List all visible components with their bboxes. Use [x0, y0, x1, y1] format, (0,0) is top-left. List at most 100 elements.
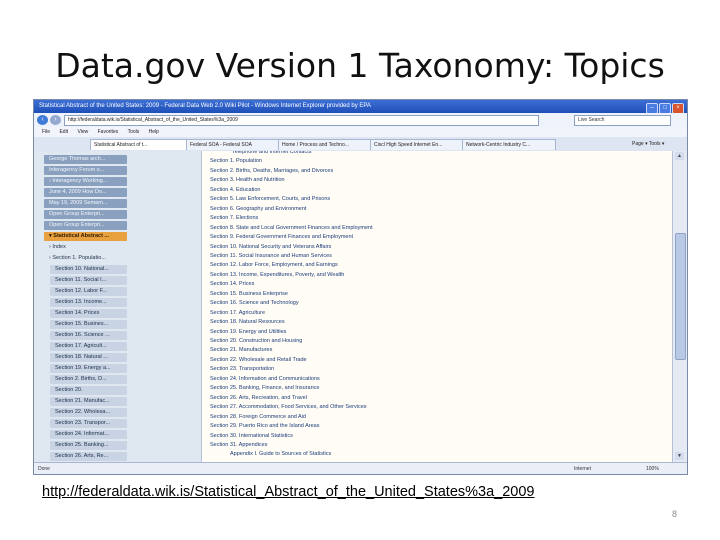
section-link[interactable]: Section 15. Business Enterprise [210, 290, 288, 299]
sidebar-item[interactable]: Interagency Forum o... [34, 165, 201, 176]
scroll-up-icon[interactable]: ▲ [675, 152, 684, 160]
forward-icon[interactable]: › [50, 115, 61, 125]
tab-home-process[interactable]: Home / Process and Techno... [278, 139, 372, 150]
sidebar-nav: George Thomas arch... Interagency Forum o… [34, 151, 202, 462]
section-link[interactable]: Section 14. Prices [210, 280, 254, 289]
maximize-icon[interactable]: □ [659, 103, 671, 113]
sidebar-item[interactable]: Section 19. Energy a... [34, 363, 201, 374]
section-link[interactable]: Section 12. Labor Force, Employment, and… [210, 261, 338, 270]
sidebar-item[interactable]: Section 10. National... [34, 264, 201, 275]
section-link[interactable]: Telephone and Internet Contacts [232, 151, 312, 157]
menu-file[interactable]: File [42, 127, 50, 137]
sidebar-item[interactable]: › Index [34, 242, 201, 253]
status-text: Done [38, 466, 50, 472]
section-link[interactable]: Section 27. Accommodation, Food Services… [210, 403, 367, 412]
sidebar-item-label: Section 14. Prices [50, 309, 127, 318]
sidebar-item-label: Section 10. National... [50, 265, 127, 274]
section-link[interactable]: Section 3. Health and Nutrition [210, 176, 285, 185]
sidebar-item-label: June 4, 2009 How Do... [44, 188, 127, 197]
section-link[interactable]: Section 18. Natural Resources [210, 318, 285, 327]
menu-view[interactable]: View [77, 127, 88, 137]
zoom-level[interactable]: 100% [646, 463, 659, 474]
sidebar-item-label: Section 2. Births, D... [50, 375, 127, 384]
sidebar-item[interactable]: Section 21. Manufac... [34, 396, 201, 407]
sidebar-item[interactable]: Section 13. Income... [34, 297, 201, 308]
sidebar-item[interactable]: Section 26. Arts, Re... [34, 451, 201, 462]
source-url-link[interactable]: http://federaldata.wik.is/Statistical_Ab… [42, 484, 535, 500]
sidebar-item[interactable]: June 4, 2009 How Do... [34, 187, 201, 198]
section-link[interactable]: Section 19. Energy and Utilities [210, 328, 286, 337]
sidebar-item-label: Section 24. Informat... [50, 430, 127, 439]
sidebar-item-label: Section 21. Manufac... [50, 397, 127, 406]
section-link[interactable]: Section 11. Social Insurance and Human S… [210, 252, 332, 261]
sidebar-item[interactable]: Section 16. Science ... [34, 330, 201, 341]
section-link[interactable]: Section 5. Law Enforcement, Courts, and … [210, 195, 330, 204]
vertical-scrollbar[interactable]: ▲ ▼ [672, 151, 687, 462]
sidebar-item[interactable]: › Section 1. Populatio... [34, 253, 201, 264]
section-link[interactable]: Section 2. Births, Deaths, Marriages, an… [210, 167, 333, 176]
minimize-icon[interactable]: – [646, 103, 658, 113]
section-link[interactable]: Section 17. Agriculture [210, 309, 265, 318]
menu-tools[interactable]: Tools [128, 127, 140, 137]
sidebar-item-label: Section 18. Natural ... [50, 353, 127, 362]
section-link[interactable]: Section 20. Construction and Housing [210, 337, 302, 346]
sidebar-item[interactable]: May 19, 2009 Semam... [34, 198, 201, 209]
section-link[interactable]: Section 1. Population [210, 157, 262, 166]
section-link[interactable]: Section 16. Science and Technology [210, 299, 299, 308]
sidebar-item[interactable]: Open Group Enterpri... [34, 209, 201, 220]
scroll-thumb[interactable] [675, 233, 686, 360]
back-icon[interactable]: ‹ [37, 115, 48, 125]
section-link[interactable]: Section 22. Wholesale and Retail Trade [210, 356, 307, 365]
sidebar-item[interactable]: ▾ Statistical Abstract ... [34, 231, 201, 242]
sidebar-item[interactable]: Section 22. Wholesa... [34, 407, 201, 418]
sidebar-item[interactable]: Section 25. Banking... [34, 440, 201, 451]
section-link[interactable]: Section 26. Arts, Recreation, and Travel [210, 394, 307, 403]
close-icon[interactable]: × [672, 103, 684, 113]
section-link[interactable]: Section 8. State and Local Government Fi… [210, 224, 373, 233]
menu-edit[interactable]: Edit [59, 127, 68, 137]
section-link[interactable]: Section 23. Transportation [210, 365, 274, 374]
section-link[interactable]: Section 25. Banking, Finance, and Insura… [210, 384, 319, 393]
address-bar: ‹ › http://federaldata.wik.is/Statistica… [34, 113, 687, 128]
scroll-down-icon[interactable]: ▼ [675, 452, 684, 460]
sidebar-item[interactable]: Section 11. Social I... [34, 275, 201, 286]
section-link[interactable]: Section 28. Foreign Commerce and Aid [210, 413, 306, 422]
address-input[interactable]: http://federaldata.wik.is/Statistical_Ab… [64, 115, 539, 126]
section-link[interactable]: Section 9. Federal Government Finances a… [210, 233, 353, 242]
section-link[interactable]: Section 30. International Statistics [210, 432, 293, 441]
sidebar-item[interactable]: Section 23. Transpor... [34, 418, 201, 429]
sidebar-item[interactable]: Section 2. Births, D... [34, 374, 201, 385]
search-input[interactable]: Live Search [574, 115, 671, 126]
sidebar-item[interactable]: Section 12. Labor F... [34, 286, 201, 297]
section-link[interactable]: Section 6. Geography and Environment [210, 205, 306, 214]
sidebar-item[interactable]: Section 14. Prices [34, 308, 201, 319]
sidebar-item[interactable]: Section 20. [34, 385, 201, 396]
sidebar-item[interactable]: Section 17. Agricult... [34, 341, 201, 352]
section-link[interactable]: Section 31. Appendices [210, 441, 268, 450]
sidebar-item[interactable]: › Interagency Working... [34, 176, 201, 187]
section-link[interactable]: Section 4. Education [210, 186, 260, 195]
section-link[interactable]: Section 24. Information and Communicatio… [210, 375, 320, 384]
tab-network-centric[interactable]: Network-Centric Industry C... [462, 139, 556, 150]
sidebar-item[interactable]: Section 15. Busines... [34, 319, 201, 330]
tab-cisco[interactable]: Ciscl High Speed Internet En... [370, 139, 464, 150]
menu-favorites[interactable]: Favorites [98, 127, 119, 137]
sidebar-item-label: Section 15. Busines... [50, 320, 127, 329]
sidebar-item[interactable]: Section 24. Informat... [34, 429, 201, 440]
section-link[interactable]: Section 7. Elections [210, 214, 258, 223]
section-link[interactable]: Section 10. National Security and Vetera… [210, 243, 331, 252]
toolbar-page-tools[interactable]: Page ▾ Tools ▾ [632, 139, 664, 149]
section-link[interactable]: Section 13. Income, Expenditures, Povert… [210, 271, 344, 280]
sidebar-item[interactable]: Section 18. Natural ... [34, 352, 201, 363]
sidebar-item-label: Section 26. Arts, Re... [50, 452, 127, 461]
section-link[interactable]: Section 29. Puerto Rico and the Island A… [210, 422, 319, 431]
tab-statistical-abstract[interactable]: Statistical Abstract of t... [90, 139, 188, 150]
sidebar-item[interactable]: Open Group Enterpri... [34, 220, 201, 231]
menu-help[interactable]: Help [149, 127, 159, 137]
section-link[interactable]: Section 21. Manufactures [210, 346, 272, 355]
section-link[interactable]: Appendix I. Guide to Sources of Statisti… [230, 450, 331, 459]
tab-federal-soa[interactable]: Federal SOA - Federal SOA [186, 139, 280, 150]
slide-title: Data.gov Version 1 Taxonomy: Topics [55, 46, 665, 85]
sidebar-item[interactable]: George Thomas arch... [34, 154, 201, 165]
sidebar-item-label: › Section 1. Populatio... [49, 255, 106, 261]
